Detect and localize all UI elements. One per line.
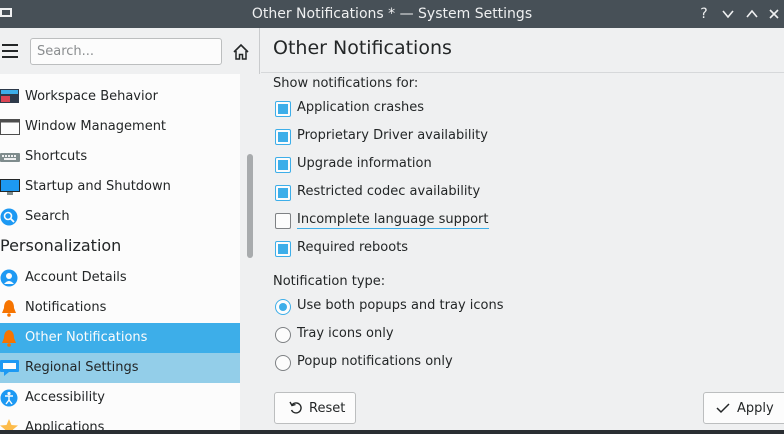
- sidebar-item-notifications[interactable]: Notifications: [0, 293, 240, 323]
- sidebar-item-startup-shutdown[interactable]: Startup and Shutdown: [0, 172, 240, 202]
- sidebar-item-label: Regional Settings: [25, 360, 139, 375]
- bell-icon: [2, 330, 16, 347]
- sidebar-item-label: Other Notifications: [25, 330, 148, 345]
- sidebar-item-label: Notifications: [25, 300, 107, 315]
- sidebar-item-label: Account Details: [25, 270, 127, 285]
- help-button[interactable]: ?: [694, 4, 714, 24]
- monitor-icon: [0, 179, 20, 195]
- sidebar-item-label: Shortcuts: [25, 149, 88, 164]
- sidebar: Search... Workspace Behavior Window Mana…: [0, 28, 260, 430]
- title-divider: [261, 72, 784, 73]
- notification-type-label: Notification type:: [273, 274, 386, 289]
- page-title: Other Notifications: [273, 37, 452, 59]
- settings-window: Search... Workspace Behavior Window Mana…: [0, 28, 784, 430]
- category-list: Workspace Behavior Window Management Sho…: [0, 74, 240, 430]
- sidebar-item-label: Applications: [25, 420, 105, 430]
- sidebar-item-accessibility[interactable]: Accessibility: [0, 383, 240, 413]
- checkbox-checked[interactable]: [275, 101, 291, 117]
- checkmark-icon: [716, 403, 730, 414]
- apply-button[interactable]: Apply: [703, 392, 784, 424]
- star-icon: [0, 419, 18, 430]
- accessibility-icon: [0, 389, 18, 407]
- sidebar-item-regional-settings[interactable]: Regional Settings: [0, 353, 240, 383]
- window-management-icon: [0, 119, 20, 135]
- speech-bubble-icon: [0, 360, 19, 376]
- reset-icon: [289, 401, 302, 414]
- maximize-button[interactable]: [742, 4, 762, 24]
- user-icon: [0, 269, 18, 287]
- workspace-behavior-icon: [0, 89, 19, 103]
- checkbox-checked[interactable]: [275, 157, 291, 173]
- chevron-down-icon: [722, 10, 734, 19]
- title-bar: Other Notifications * — System Settings …: [0, 0, 784, 28]
- sidebar-item-label: Workspace Behavior: [25, 89, 158, 104]
- window-title: Other Notifications * — System Settings: [251, 6, 533, 22]
- reset-button[interactable]: Reset: [274, 392, 356, 424]
- minimize-button[interactable]: [718, 4, 738, 24]
- sidebar-item-workspace-behavior[interactable]: Workspace Behavior: [0, 82, 240, 112]
- sidebar-item-search[interactable]: Search: [0, 202, 240, 232]
- close-button[interactable]: [764, 4, 784, 24]
- checkbox-unchecked[interactable]: [275, 213, 291, 229]
- hamburger-menu-icon[interactable]: [2, 44, 18, 58]
- search-icon: [0, 208, 18, 226]
- bell-icon: [2, 300, 16, 317]
- section-heading-personalization: Personalization: [0, 236, 122, 255]
- checkbox-checked[interactable]: [275, 129, 291, 145]
- sidebar-scrollbar[interactable]: [241, 74, 260, 430]
- sidebar-item-applications[interactable]: Applications: [0, 413, 240, 430]
- radio-selected[interactable]: [275, 299, 291, 315]
- show-notifications-label: Show notifications for:: [273, 76, 419, 91]
- scrollbar-thumb[interactable]: [247, 154, 253, 258]
- sidebar-toolbar: Search...: [0, 28, 260, 74]
- sidebar-item-shortcuts[interactable]: Shortcuts: [0, 142, 240, 172]
- radio-unselected[interactable]: [275, 327, 291, 343]
- main-panel: Other Notifications Show notifications f…: [261, 28, 784, 430]
- checkbox-checked[interactable]: [275, 241, 291, 257]
- sidebar-item-account-details[interactable]: Account Details: [0, 263, 240, 293]
- checkbox-checked[interactable]: [275, 185, 291, 201]
- search-input[interactable]: Search...: [30, 38, 222, 65]
- sidebar-item-other-notifications[interactable]: Other Notifications: [0, 323, 240, 353]
- window-bottom-edge: [0, 430, 784, 434]
- close-icon: [769, 9, 779, 19]
- sidebar-item-label: Window Management: [25, 119, 167, 134]
- home-icon[interactable]: [231, 42, 251, 62]
- sidebar-item-label: Search: [25, 209, 70, 224]
- sidebar-item-window-management[interactable]: Window Management: [0, 112, 240, 142]
- radio-unselected[interactable]: [275, 355, 291, 371]
- keyboard-icon: [0, 153, 20, 162]
- sidebar-item-label: Accessibility: [25, 390, 105, 405]
- sidebar-item-label: Startup and Shutdown: [25, 179, 171, 194]
- chevron-up-icon: [746, 9, 758, 18]
